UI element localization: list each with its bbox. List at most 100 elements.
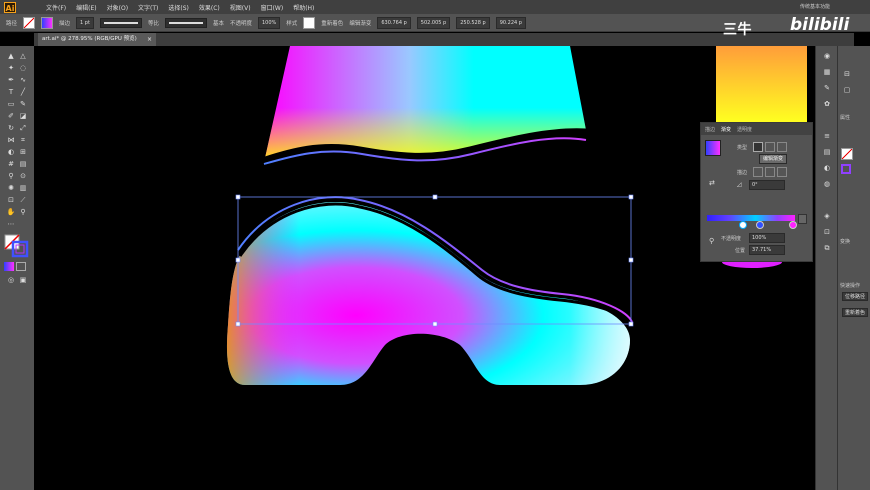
tab-transparency[interactable]: 透明度: [737, 126, 752, 133]
stroke-weight-field[interactable]: 1 pt: [76, 16, 94, 29]
opacity-field[interactable]: 100%: [749, 233, 785, 243]
edit-gradient-button[interactable]: 编辑渐变: [759, 154, 788, 164]
menu-file[interactable]: 文件(F): [46, 3, 66, 12]
stroke-profile-1[interactable]: [99, 17, 142, 28]
w-field[interactable]: 250.528 p: [456, 16, 490, 29]
radial-gradient-icon[interactable]: [765, 142, 775, 152]
free-transform-icon[interactable]: ⌗: [18, 136, 28, 145]
brushes-panel-icon[interactable]: ✎: [822, 84, 832, 93]
y-field[interactable]: 502.005 p: [416, 16, 451, 29]
rectangle-tool-icon[interactable]: ▭: [6, 100, 16, 109]
shaper-tool-icon[interactable]: ✐: [6, 112, 16, 121]
color-swatch-icon[interactable]: [16, 262, 26, 271]
menu-help[interactable]: 帮助(H): [293, 3, 314, 12]
selection-tool-icon[interactable]: ▲: [6, 52, 16, 61]
document-tab[interactable]: art.ai* @ 278.95% (RGB/GPU 预览) ×: [38, 33, 156, 46]
linear-gradient-icon[interactable]: [753, 142, 763, 152]
offset-path-button[interactable]: 位移路径: [842, 292, 868, 301]
gradient-panel-icon[interactable]: ▤: [822, 148, 832, 157]
menu-type[interactable]: 文字(T): [138, 3, 158, 12]
rotate-tool-icon[interactable]: ↻: [6, 124, 16, 133]
partial-shape-right[interactable]: [716, 46, 807, 122]
draw-mode-icon[interactable]: ◎: [6, 276, 16, 285]
top-shape[interactable]: [263, 46, 587, 165]
recolor-button[interactable]: 重新着色: [321, 19, 343, 27]
edit-toolbar-icon[interactable]: ⋯: [6, 220, 16, 229]
screen-mode-icon[interactable]: ▣: [18, 276, 28, 285]
gradient-stop-magenta[interactable]: [789, 221, 797, 229]
edit-gradient-button[interactable]: 编辑渐变: [349, 19, 371, 27]
reverse-gradient-icon[interactable]: ⇄: [709, 179, 715, 187]
width-tool-icon[interactable]: ⋈: [6, 136, 16, 145]
line-tool-icon[interactable]: ╱: [18, 88, 28, 97]
artboard-canvas[interactable]: [34, 46, 807, 490]
scale-tool-icon[interactable]: ⤢: [18, 124, 28, 133]
fill-none-swatch[interactable]: [841, 148, 853, 160]
menu-object[interactable]: 对象(O): [107, 3, 128, 12]
stroke-within-icon[interactable]: [753, 167, 763, 177]
gradient-stop-blue[interactable]: [756, 221, 764, 229]
workspace-switcher[interactable]: 传统基本功能: [800, 3, 830, 10]
artwork[interactable]: [34, 46, 807, 490]
gradient-stop-cyan[interactable]: [739, 221, 747, 229]
shape-builder-icon[interactable]: ◐: [6, 148, 16, 157]
transparency-panel-icon[interactable]: ◐: [822, 164, 832, 173]
stroke-along-icon[interactable]: [765, 167, 775, 177]
layers-panel-icon[interactable]: ◈: [822, 212, 832, 221]
shape-icon[interactable]: ▢: [842, 86, 852, 95]
stroke-across-icon[interactable]: [777, 167, 787, 177]
style-swatch[interactable]: [303, 16, 316, 29]
slice-tool-icon[interactable]: ⟋: [18, 196, 28, 205]
menu-effect[interactable]: 效果(C): [199, 3, 220, 12]
menu-window[interactable]: 窗口(W): [261, 3, 284, 12]
tab-gradient[interactable]: 渐变: [721, 126, 731, 133]
swatches-panel-icon[interactable]: ▦: [822, 68, 832, 77]
magic-wand-icon[interactable]: ✦: [6, 64, 16, 73]
fill-stroke-icon[interactable]: [4, 234, 30, 258]
trash-icon[interactable]: [798, 214, 807, 224]
angle-field[interactable]: 0°: [749, 180, 785, 190]
stroke-panel-icon[interactable]: ≡: [822, 132, 832, 141]
eyedropper-icon[interactable]: ⚲: [6, 172, 16, 181]
gradient-slider[interactable]: [707, 215, 795, 221]
gradient-preview-swatch[interactable]: [705, 140, 721, 156]
zoom-tool-icon[interactable]: ⚲: [18, 208, 28, 217]
tab-stroke[interactable]: 描边: [705, 126, 715, 133]
main-blob-shape[interactable]: [226, 196, 633, 385]
paintbrush-icon[interactable]: ✎: [18, 100, 28, 109]
fill-swatch[interactable]: [23, 16, 36, 29]
menu-view[interactable]: 视图(V): [230, 3, 251, 12]
symbols-panel-icon[interactable]: ✿: [822, 100, 832, 109]
hand-tool-icon[interactable]: ✋: [6, 208, 16, 217]
artboard-tool-icon[interactable]: ⊡: [6, 196, 16, 205]
stroke-swatch[interactable]: [41, 16, 54, 29]
lasso-icon[interactable]: ◌: [18, 64, 28, 73]
opacity-field[interactable]: 100%: [257, 16, 281, 29]
symbol-sprayer-icon[interactable]: ✺: [6, 184, 16, 193]
artboards-panel-icon[interactable]: ⊡: [822, 228, 832, 237]
x-field[interactable]: 630.764 p: [377, 16, 411, 29]
perspective-grid-icon[interactable]: ⊞: [18, 148, 28, 157]
gradient-tool-icon[interactable]: ▤: [18, 160, 28, 169]
freeform-gradient-icon[interactable]: [777, 142, 787, 152]
direct-selection-tool-icon[interactable]: △: [18, 52, 28, 61]
appearance-panel-icon[interactable]: ◍: [822, 180, 832, 189]
type-tool-icon[interactable]: T: [6, 88, 16, 97]
pen-tool-icon[interactable]: ✒: [6, 76, 16, 85]
align-icon[interactable]: ⊟: [842, 70, 852, 79]
curvature-tool-icon[interactable]: ∿: [18, 76, 28, 85]
h-field[interactable]: 90.224 p: [495, 16, 526, 29]
stroke-profile-2[interactable]: [164, 17, 207, 28]
graph-tool-icon[interactable]: ▥: [18, 184, 28, 193]
eraser-icon[interactable]: ◪: [18, 112, 28, 121]
menu-edit[interactable]: 编辑(E): [76, 3, 96, 12]
close-icon[interactable]: ×: [147, 33, 152, 46]
blend-tool-icon[interactable]: ⊙: [18, 172, 28, 181]
color-panel-icon[interactable]: ◉: [822, 52, 832, 61]
mesh-tool-icon[interactable]: #: [6, 160, 16, 169]
eyedropper-icon[interactable]: ⚲: [709, 237, 714, 245]
links-panel-icon[interactable]: ⧉: [822, 244, 832, 253]
gradient-swatch-icon[interactable]: [4, 262, 14, 271]
location-field[interactable]: 37.71%: [749, 245, 785, 255]
stroke-gradient-swatch[interactable]: [841, 164, 851, 174]
